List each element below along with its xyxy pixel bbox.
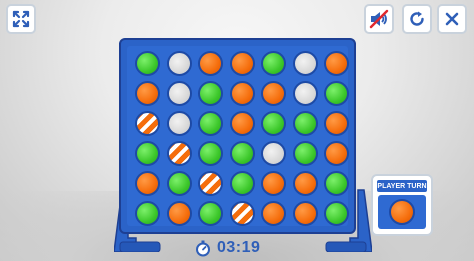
- board-slot-r3-c5[interactable]: [261, 111, 286, 136]
- board-slot-r5-c3[interactable]: [198, 171, 223, 196]
- board-slot-r5-c2[interactable]: [166, 171, 192, 196]
- restart-button[interactable]: [402, 4, 432, 34]
- board-slot-r4-c6[interactable]: [292, 141, 318, 166]
- board-slot-r3-c4[interactable]: [229, 111, 255, 136]
- board-slot-r6-c4[interactable]: [229, 201, 255, 226]
- board-slot-r6-c2[interactable]: [166, 201, 192, 226]
- game-board[interactable]: [119, 38, 356, 234]
- stopwatch-icon: [196, 240, 210, 257]
- board-slot-r3-c2[interactable]: [166, 111, 192, 136]
- player-turn-label: PLAYER TURN: [377, 180, 427, 192]
- board-slot-r5-c7[interactable]: [324, 171, 349, 196]
- board-slot-r4-c4[interactable]: [229, 141, 255, 166]
- board-slot-r2-c2[interactable]: [166, 81, 192, 106]
- board-slot-r5-c1[interactable]: [135, 171, 160, 196]
- board-slot-r2-c7[interactable]: [324, 81, 349, 106]
- board-slot-r4-c2[interactable]: [166, 141, 192, 166]
- close-button[interactable]: [437, 4, 467, 34]
- restart-icon: [410, 11, 424, 26]
- board-slot-r4-c1[interactable]: [135, 141, 160, 166]
- speaker-muted-icon: [369, 9, 389, 29]
- expand-arrows-icon: [12, 10, 30, 28]
- board-slot-r6-c5[interactable]: [261, 201, 286, 226]
- close-x-icon: [445, 12, 459, 26]
- timer-value: 03:19: [217, 239, 261, 256]
- board-slot-r3-c7[interactable]: [324, 111, 349, 136]
- current-player-disc: [389, 199, 415, 225]
- board-slot-r2-c6[interactable]: [292, 81, 318, 106]
- board-slot-r2-c3[interactable]: [198, 81, 223, 106]
- board-slot-r1-c1[interactable]: [135, 51, 160, 76]
- board-slot-r4-c5[interactable]: [261, 141, 286, 166]
- player-turn-indicator: [378, 195, 426, 229]
- board-slot-r1-c2[interactable]: [166, 51, 192, 76]
- board-slot-r4-c3[interactable]: [198, 141, 223, 166]
- board-slot-r6-c1[interactable]: [135, 201, 160, 226]
- board-slot-r1-c6[interactable]: [292, 51, 318, 76]
- board-slot-r5-c4[interactable]: [229, 171, 255, 196]
- board-slot-r1-c4[interactable]: [229, 51, 255, 76]
- player-turn-panel: PLAYER TURN: [371, 174, 433, 236]
- board-slot-r4-c7[interactable]: [324, 141, 349, 166]
- board-slot-r2-c1[interactable]: [135, 81, 160, 106]
- fullscreen-button[interactable]: [6, 4, 36, 34]
- sound-toggle-button[interactable]: [364, 4, 394, 34]
- board-slot-r2-c4[interactable]: [229, 81, 255, 106]
- board-slot-r3-c6[interactable]: [292, 111, 318, 136]
- board-slot-r5-c6[interactable]: [292, 171, 318, 196]
- board-slot-r1-c7[interactable]: [324, 51, 349, 76]
- board-slot-r6-c3[interactable]: [198, 201, 223, 226]
- board-slot-r3-c3[interactable]: [198, 111, 223, 136]
- board-slot-r1-c5[interactable]: [261, 51, 286, 76]
- board-slot-r6-c6[interactable]: [292, 201, 318, 226]
- board-slot-r5-c5[interactable]: [261, 171, 286, 196]
- board-grid: [127, 46, 349, 226]
- board-slot-r2-c5[interactable]: [261, 81, 286, 106]
- board-slot-r6-c7[interactable]: [324, 201, 349, 226]
- board-slot-r3-c1[interactable]: [135, 111, 160, 136]
- board-slot-r1-c3[interactable]: [198, 51, 223, 76]
- game-timer: 03:19: [194, 237, 260, 259]
